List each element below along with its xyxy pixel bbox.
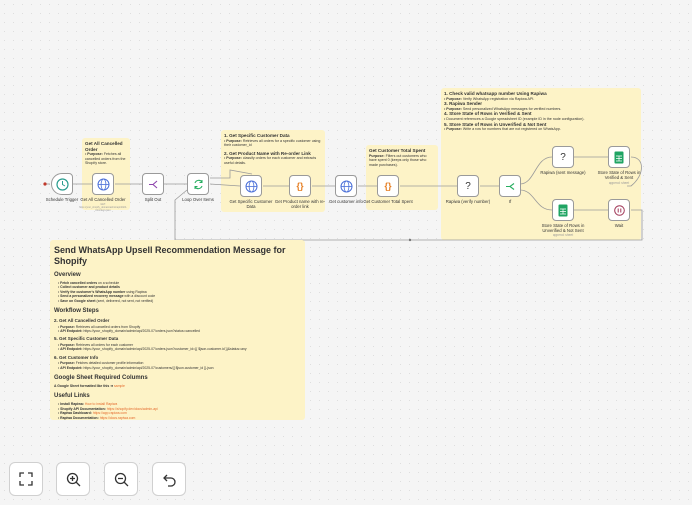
doc-heading: Overview (54, 272, 81, 278)
node-label: Get All Cancelled Order (80, 197, 126, 202)
clock-icon (55, 177, 69, 191)
node-label: Get Customer Total Spent (363, 199, 413, 204)
undo-icon (162, 474, 176, 487)
node-get-specific-customer-data[interactable] (240, 175, 262, 197)
pause-icon (613, 204, 625, 216)
node-label: If (508, 199, 512, 204)
doc-subheading: 5. Get Specific Customer Data (54, 336, 119, 342)
doc-link[interactable]: https://app.rapiwa.com (92, 411, 127, 415)
node-subtitle: append: sheet (552, 233, 574, 237)
doc-link[interactable]: https://docs.rapiwa.com (99, 416, 136, 420)
doc-heading: Google Sheet Required Columns (54, 374, 148, 381)
zoom-out-button[interactable] (104, 462, 138, 496)
doc-list-item: A Google Sheet formatted like this ➜ sam… (54, 383, 125, 388)
node-label: Get Specific Customer Data (229, 199, 273, 209)
fullscreen-icon (19, 472, 33, 486)
sticky-note-documentation[interactable]: Send WhatsApp Upsell Recommendation Mess… (50, 240, 305, 420)
node-get-customer-info[interactable] (335, 175, 357, 197)
question-icon: ? (560, 151, 566, 163)
doc-link[interactable]: How to install Rapiwa (84, 402, 117, 406)
node-label: Store State of Rows in Verified & Sent (597, 170, 641, 180)
node-rapiwa-verify-number[interactable]: ? (457, 175, 479, 197)
doc-subheading: 2. Get All Cancelled Order (54, 318, 110, 324)
node-get-all-cancelled-order[interactable] (92, 173, 114, 195)
workflow-canvas[interactable]: Get All Cancelled Order • Purpose: Fetch… (0, 0, 692, 505)
node-store-verified-sent[interactable] (608, 146, 630, 168)
node-subtitle: GET: https://your_shopify_domain/admin/a… (79, 203, 127, 212)
node-loop-over-items[interactable] (187, 173, 209, 195)
doc-list-item: • API Endpoint: https://your_shopify_dom… (58, 365, 214, 370)
node-schedule-trigger[interactable] (51, 173, 73, 195)
branch-icon (505, 182, 514, 190)
google-sheets-icon (558, 204, 568, 216)
zoom-in-icon (66, 472, 80, 486)
doc-link[interactable]: sample (113, 384, 125, 388)
node-get-product-name[interactable]: {} (289, 175, 311, 197)
globe-icon (340, 180, 352, 192)
node-subtitle: append: sheet (608, 181, 630, 185)
doc-heading: Useful Links (54, 393, 90, 400)
question-icon: ? (465, 180, 471, 192)
doc-heading: Workflow Steps (54, 308, 99, 315)
loop-icon (193, 179, 203, 189)
zoom-out-icon (114, 472, 128, 486)
fit-view-button[interactable] (9, 462, 43, 496)
doc-list-item: • Save on Google sheet (sent, delivered,… (58, 298, 154, 303)
node-if[interactable] (499, 175, 521, 197)
split-icon (148, 180, 157, 188)
doc-title: Send WhatsApp Upsell Recommendation Mess… (54, 245, 286, 266)
doc-list-item: • API Endpoint: https://your_shopify_dom… (58, 328, 200, 333)
node-split-out[interactable] (142, 173, 164, 195)
doc-subheading: 6. Get Customer Info (54, 354, 99, 360)
doc-link[interactable]: https://shopify.dev/docs/admin-api (106, 407, 158, 411)
trigger-dot (43, 182, 47, 186)
node-label: Get Product name with re-order link (274, 199, 326, 209)
zoom-in-button[interactable] (56, 462, 90, 496)
doc-list-item: • Rapiwa Documentation: https://docs.rap… (58, 415, 136, 420)
node-get-customer-total-spent[interactable]: {} (377, 175, 399, 197)
code-icon: {} (296, 180, 304, 191)
globe-icon (245, 180, 257, 192)
node-label: Loop Over Items (182, 197, 214, 202)
google-sheets-icon (614, 151, 624, 163)
globe-icon (97, 178, 109, 190)
undo-button[interactable] (152, 462, 186, 496)
node-label: Store State of Rows in Unverified & Not … (541, 223, 585, 233)
node-wait[interactable] (608, 199, 630, 221)
node-label: Rapiwa (sent message) (540, 170, 586, 175)
node-store-unverified-not-sent[interactable] (552, 199, 574, 221)
node-rapiwa-sent-message[interactable]: ? (552, 146, 574, 168)
code-icon: {} (384, 180, 392, 191)
doc-list-item: • API Endpoint: https://your_shopify_dom… (58, 347, 247, 352)
node-label: Wait (614, 223, 624, 228)
